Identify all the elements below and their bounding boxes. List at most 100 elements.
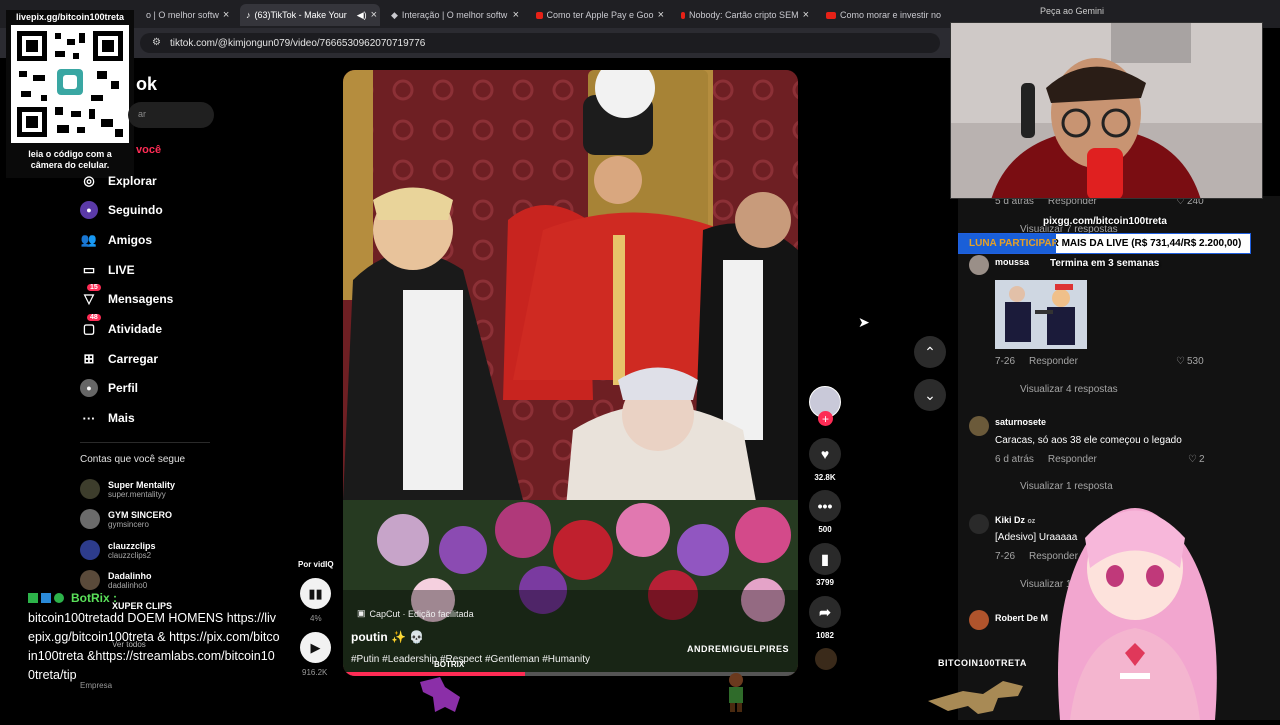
- vidiq-stats-button[interactable]: ▮▮: [300, 578, 331, 609]
- following-title: Contas que você segue: [80, 454, 186, 465]
- account-item[interactable]: clauzzclips clauzzclips2: [80, 540, 156, 560]
- message-icon: ▽ 15: [80, 284, 101, 308]
- account-item[interactable]: Dadalinho dadalinho0: [80, 570, 152, 590]
- avatar[interactable]: [969, 610, 989, 630]
- youtube-icon: [536, 11, 543, 19]
- dino-sprite-right: [923, 676, 1028, 716]
- close-icon[interactable]: ×: [223, 9, 229, 21]
- chat-header: BotRix :: [28, 591, 117, 605]
- nav-amigos[interactable]: 👥 Amigos: [80, 231, 152, 249]
- nav-perfil[interactable]: ● Perfil: [80, 379, 138, 397]
- avatar: [80, 570, 100, 590]
- donation-goal-ends: Termina em 3 semanas: [1050, 258, 1160, 269]
- like-count: 530: [1186, 356, 1204, 367]
- nav-label: Atividade: [108, 322, 163, 336]
- account-item[interactable]: Super Mentality super.mentalityy: [80, 479, 175, 499]
- search-input[interactable]: ar: [128, 102, 214, 128]
- nav-mais[interactable]: ··· Mais: [80, 409, 135, 427]
- dino-graphic: [420, 677, 460, 712]
- heart-icon: ♥: [809, 438, 841, 470]
- browser-tab-active[interactable]: ♪ (63)TikTok - Make Your ◀) ×: [240, 4, 380, 26]
- share-icon: ➦: [809, 596, 841, 628]
- comment-likes[interactable]: ♡ 2: [1188, 454, 1205, 465]
- vidiq-play-button[interactable]: ▶: [300, 632, 331, 663]
- reply-link[interactable]: Responder: [1029, 356, 1078, 367]
- account-name: GYM SINCERO: [108, 509, 173, 520]
- more-icon: ···: [82, 410, 96, 426]
- comment-username[interactable]: saturnosete: [995, 417, 1046, 427]
- follow-plus-icon[interactable]: +: [818, 411, 833, 426]
- comment-sticker-image[interactable]: [995, 280, 1087, 349]
- dino-graphic: [928, 681, 1023, 714]
- like-button[interactable]: ♥ 32.8K: [809, 438, 841, 482]
- save-count: 3799: [816, 578, 834, 587]
- avatar[interactable]: [969, 514, 989, 534]
- chat-message: bitcoin100tretadd DOEM HOMENS https://li…: [28, 611, 280, 682]
- sound-disc-icon[interactable]: [815, 648, 837, 670]
- tiktok-logo[interactable]: ok: [136, 74, 157, 95]
- save-button[interactable]: ▮ 3799: [809, 543, 841, 587]
- nav-explorar[interactable]: ◎ Explorar: [80, 172, 156, 190]
- vidiq-percent: 4%: [310, 614, 322, 623]
- badge-icon: [28, 593, 38, 603]
- reply-link[interactable]: Responder: [1048, 454, 1097, 465]
- video-caption: poutin ✨ 💀: [351, 630, 425, 644]
- previous-video-button[interactable]: ⌃: [914, 336, 946, 368]
- bot-watermark: BOTRIX: [434, 660, 465, 669]
- qr-code-graphic: [17, 31, 123, 137]
- browser-tab[interactable]: Como morar e investir no: [820, 4, 950, 26]
- close-icon[interactable]: ×: [513, 9, 519, 21]
- capcut-label: CapCut · Edição facilitada: [369, 608, 474, 619]
- tab-label: Como morar e investir no: [840, 10, 942, 20]
- comment-username[interactable]: moussa: [995, 257, 1029, 267]
- nav-carregar[interactable]: ⊞ Carregar: [80, 350, 158, 368]
- account-name: Super Mentality: [108, 479, 176, 490]
- webcam-frame: [951, 23, 1262, 198]
- nav-for-you[interactable]: você: [136, 144, 161, 156]
- account-handle: clauzzclips2: [108, 550, 152, 560]
- friends-icon: 👥: [80, 232, 98, 247]
- chevron-up-icon: ⌃: [924, 343, 936, 360]
- comment-button[interactable]: ••• 500: [809, 490, 841, 534]
- nav-label: você: [136, 144, 162, 156]
- browser-tab[interactable]: o | O melhor softw ×: [140, 4, 235, 26]
- comment-time: 6 d atrás: [995, 454, 1034, 465]
- browser-tab[interactable]: Como ter Apple Pay e Goo ×: [530, 4, 670, 26]
- nav-label: Seguindo: [108, 203, 163, 217]
- donation-goal-label: LUNA PARTICIPAR MAIS DA LIVE (R$ 731,44/…: [969, 238, 1242, 249]
- avatar[interactable]: [969, 416, 989, 436]
- heart-outline-icon: ♡: [1188, 454, 1197, 465]
- url-field[interactable]: tiktok.com/@kimjongun079/video/766653096…: [140, 33, 940, 53]
- account-handle: super.mentalityy: [108, 489, 166, 499]
- speaker-icon[interactable]: ◀): [357, 10, 367, 21]
- video-hashtags[interactable]: #Putin #Leadership #Respect #Gentleman #…: [351, 654, 590, 665]
- avatar[interactable]: [969, 255, 989, 275]
- nav-atividade[interactable]: ▢ 48 Atividade: [80, 314, 163, 338]
- share-button[interactable]: ➦ 1082: [809, 596, 841, 640]
- verified-icon: [54, 593, 64, 603]
- account-handle: dadalinho0: [108, 580, 148, 590]
- next-video-button[interactable]: ⌄: [914, 379, 946, 411]
- close-icon[interactable]: ×: [658, 9, 664, 21]
- youtube-icon: [681, 11, 686, 19]
- channel-watermark: BITCOIN100TRETA: [938, 658, 1027, 668]
- site-settings-icon[interactable]: ⚙: [152, 37, 161, 48]
- browser-tab[interactable]: Nobody: Cartão cripto SEM ×: [675, 4, 815, 26]
- nav-seguindo[interactable]: ● Seguindo: [80, 201, 163, 219]
- nav-label: Perfil: [108, 381, 139, 395]
- close-icon[interactable]: ×: [371, 9, 377, 21]
- view-replies-link[interactable]: Visualizar 4 respostas: [1020, 384, 1118, 395]
- comment-likes[interactable]: ♡ 530: [1176, 356, 1204, 367]
- nav-live[interactable]: ▭ LIVE: [80, 261, 135, 279]
- close-icon[interactable]: ×: [803, 9, 809, 21]
- capcut-tag[interactable]: ▣ CapCut · Edição facilitada: [357, 608, 474, 619]
- activity-icon: ▢ 48: [80, 314, 101, 338]
- browser-tab[interactable]: ◆ Interação | O melhor softw ×: [385, 4, 525, 26]
- account-item[interactable]: GYM SINCERO gymsincero: [80, 509, 172, 529]
- nav-mensagens[interactable]: ▽ 15 Mensagens: [80, 284, 173, 308]
- tab-label: Nobody: Cartão cripto SEM: [689, 10, 799, 20]
- video-player[interactable]: ▣ CapCut · Edição facilitada poutin ✨ 💀 #…: [343, 70, 798, 676]
- gemini-button[interactable]: Peça ao Gemini: [1040, 6, 1104, 16]
- like-count: 32.8K: [814, 473, 836, 482]
- account-name: Dadalinho: [108, 570, 152, 581]
